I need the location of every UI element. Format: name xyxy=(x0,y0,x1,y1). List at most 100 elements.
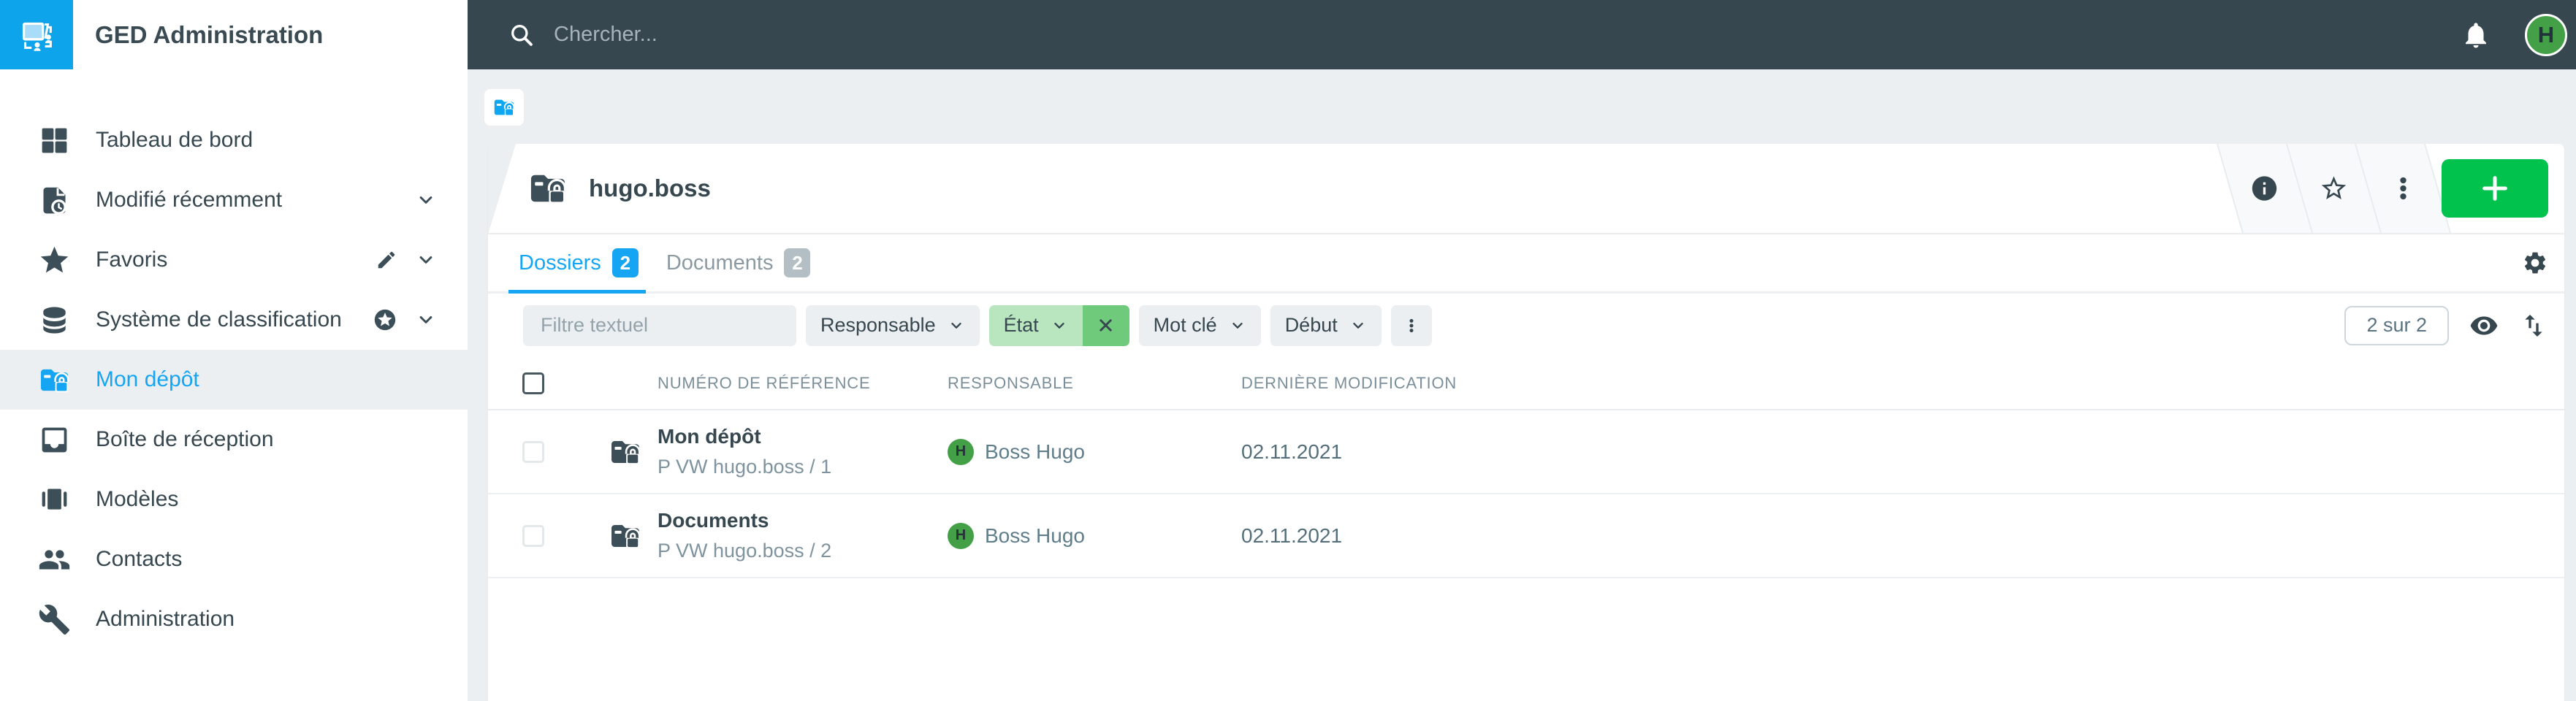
edit-pencil-icon[interactable] xyxy=(376,249,397,271)
chevron-down-icon[interactable] xyxy=(415,189,437,211)
info-icon xyxy=(2250,174,2279,203)
breadcrumb-folder-tab[interactable] xyxy=(484,89,524,126)
sidebar-item-contacts[interactable]: Contacts xyxy=(0,529,468,589)
more-filters-button[interactable] xyxy=(1390,304,1432,346)
filter-etat-group: État xyxy=(988,304,1129,346)
user-avatar[interactable]: H xyxy=(2525,13,2567,56)
avatar: H xyxy=(948,438,974,465)
wrench-icon xyxy=(38,603,71,636)
folder-card: hugo.boss Dossiers 2 Documents 2 Filtre … xyxy=(488,144,2564,701)
folder-lock-icon xyxy=(609,519,642,553)
sidebar-item-favoris[interactable]: Favoris xyxy=(0,230,468,290)
sort-arrows-icon xyxy=(2519,311,2548,340)
sidebar: Tableau de bord Modifié récemment Favori… xyxy=(0,69,468,701)
filter-label: Responsable xyxy=(820,314,936,336)
tab-label: Dossiers xyxy=(519,250,601,275)
document-clock-icon xyxy=(38,184,71,217)
row-reference: P VW hugo.boss / 2 xyxy=(658,540,832,562)
row-modified-date: 02.11.2021 xyxy=(1241,440,1343,463)
row-checkbox[interactable] xyxy=(522,524,544,547)
filter-etat-clear-button[interactable] xyxy=(1082,304,1129,346)
sidebar-item-label: Tableau de bord xyxy=(96,128,254,152)
chevron-down-icon xyxy=(948,317,965,334)
sidebar-item-modeles[interactable]: Modèles xyxy=(0,470,468,529)
sidebar-item-label: Administration xyxy=(96,607,235,631)
search-icon xyxy=(508,22,535,48)
column-header-reference: NUMÉRO DE RÉFÉRENCE xyxy=(658,373,871,392)
filter-debut-dropdown[interactable]: Début xyxy=(1270,304,1382,346)
sidebar-item-tableau-de-bord[interactable]: Tableau de bord xyxy=(0,110,468,170)
sidebar-item-label: Système de classification xyxy=(96,307,342,332)
eye-icon xyxy=(2469,311,2499,340)
filter-label: Début xyxy=(1284,314,1338,336)
filter-mot-cle-dropdown[interactable]: Mot clé xyxy=(1138,304,1261,346)
star-circle-icon[interactable] xyxy=(373,307,397,332)
global-search[interactable] xyxy=(508,22,2461,48)
sidebar-item-administration[interactable]: Administration xyxy=(0,589,468,649)
add-button[interactable] xyxy=(2442,159,2548,218)
brand-area: GED Administration xyxy=(0,0,468,69)
topbar-right: H xyxy=(2461,13,2576,56)
app-logo-icon[interactable] xyxy=(0,0,73,69)
sort-button[interactable] xyxy=(2519,311,2548,340)
row-responsable: Boss Hugo xyxy=(985,440,1085,463)
database-icon xyxy=(38,304,71,337)
close-icon xyxy=(1096,315,1116,335)
row-checkbox[interactable] xyxy=(522,440,544,463)
star-outline-icon xyxy=(2319,174,2348,203)
filter-etat-dropdown[interactable]: État xyxy=(988,304,1083,346)
gear-icon xyxy=(2522,250,2548,276)
chevron-down-icon xyxy=(1051,317,1068,334)
sidebar-item-systeme-de-classification[interactable]: Système de classification xyxy=(0,290,468,350)
sidebar-item-label: Favoris xyxy=(96,248,168,272)
column-header-modification: DERNIÈRE MODIFICATION xyxy=(1241,373,1457,392)
table-header-row: NUMÉRO DE RÉFÉRENCE RESPONSABLE DERNIÈRE… xyxy=(488,357,2564,410)
tab-bar: Dossiers 2 Documents 2 xyxy=(488,234,2564,294)
sidebar-item-label: Mon dépôt xyxy=(96,367,199,391)
templates-icon xyxy=(38,483,71,516)
main-content: hugo.boss Dossiers 2 Documents 2 Filtre … xyxy=(468,69,2576,701)
plus-icon xyxy=(2478,172,2512,205)
search-input[interactable] xyxy=(554,23,1211,47)
row-title: Documents xyxy=(658,509,769,532)
filter-responsable-dropdown[interactable]: Responsable xyxy=(806,304,980,346)
folder-lock-icon xyxy=(609,435,642,469)
page-title: hugo.boss xyxy=(589,175,711,202)
sidebar-item-mon-depot[interactable]: Mon dépôt xyxy=(0,350,468,410)
chevron-down-icon xyxy=(1229,317,1246,334)
avatar: H xyxy=(948,522,974,549)
row-modified-date: 02.11.2021 xyxy=(1241,524,1343,547)
text-filter-input[interactable] xyxy=(523,304,796,346)
folders-table: NUMÉRO DE RÉFÉRENCE RESPONSABLE DERNIÈRE… xyxy=(488,357,2564,578)
inbox-icon xyxy=(38,424,71,456)
kebab-icon xyxy=(2388,174,2417,203)
tab-documents[interactable]: Documents 2 xyxy=(666,234,811,291)
card-header: hugo.boss xyxy=(488,144,2564,234)
chevron-down-icon[interactable] xyxy=(415,249,437,271)
tab-dossiers[interactable]: Dossiers 2 xyxy=(508,234,646,294)
chevron-down-icon xyxy=(1349,317,1367,334)
sidebar-item-label: Contacts xyxy=(96,547,183,571)
tab-count-badge: 2 xyxy=(611,248,639,277)
table-row[interactable]: Mon dépôt P VW hugo.boss / 1 H Boss Hugo… xyxy=(488,410,2564,494)
star-icon xyxy=(38,244,71,277)
chevron-down-icon[interactable] xyxy=(415,309,437,331)
tab-label: Documents xyxy=(666,250,774,275)
filter-label: Mot clé xyxy=(1153,314,1217,336)
sidebar-item-modifie-recemment[interactable]: Modifié récemment xyxy=(0,170,468,230)
sidebar-item-boite-de-reception[interactable]: Boîte de réception xyxy=(0,410,468,470)
filter-bar: Responsable État Mot clé Début xyxy=(488,294,2564,357)
visibility-button[interactable] xyxy=(2469,311,2499,340)
filter-bar-right: 2 sur 2 xyxy=(2344,305,2548,345)
result-count: 2 sur 2 xyxy=(2344,305,2449,345)
people-icon xyxy=(38,543,71,576)
notifications-bell-icon[interactable] xyxy=(2461,20,2491,50)
table-row[interactable]: Documents P VW hugo.boss / 2 H Boss Hugo… xyxy=(488,494,2564,578)
sidebar-item-label: Modifié récemment xyxy=(96,188,283,212)
folder-lock-icon xyxy=(492,96,516,119)
folder-lock-icon xyxy=(38,364,71,397)
select-all-checkbox[interactable] xyxy=(522,372,544,394)
sidebar-item-label: Boîte de réception xyxy=(96,427,274,451)
app-title: GED Administration xyxy=(95,20,324,48)
settings-gear-button[interactable] xyxy=(2522,250,2548,276)
